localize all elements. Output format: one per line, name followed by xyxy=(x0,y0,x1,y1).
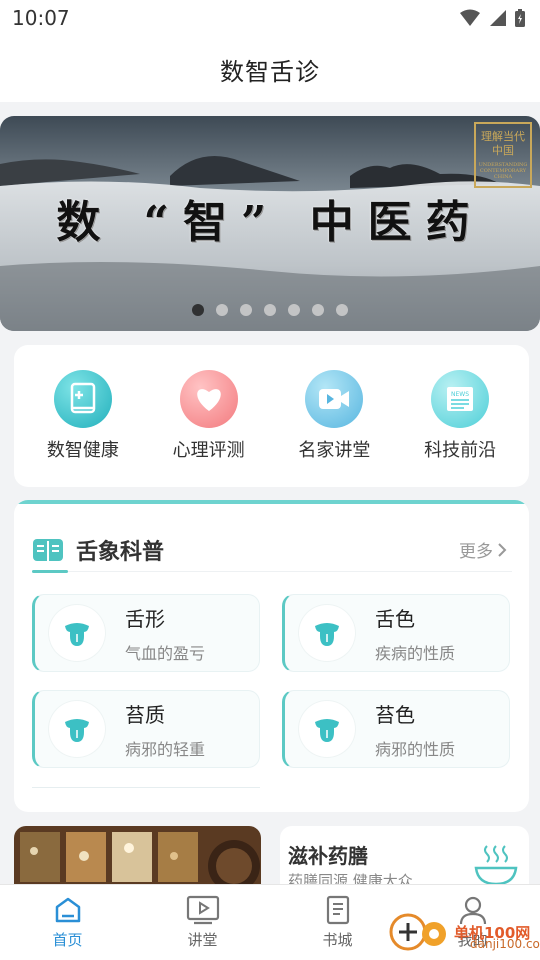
tongue-icon xyxy=(299,605,355,661)
app-header: 数智舌诊 xyxy=(0,36,540,102)
wifi-icon xyxy=(460,9,480,26)
medicinal-food-card[interactable]: 滋补药膳 药膳同源 健康大众 xyxy=(280,826,529,890)
bottom-cards: 滋补药膳 药膳同源 健康大众 xyxy=(0,826,540,890)
signal-icon xyxy=(490,10,506,26)
banner-carousel[interactable]: 数 “智” 中医药 理解当代中国 UNDERSTANDING CONTEMPOR… xyxy=(0,116,540,331)
video-camera-icon xyxy=(305,370,364,428)
title-underline xyxy=(32,570,68,573)
open-book-icon xyxy=(33,539,63,561)
book-plus-icon xyxy=(53,370,112,428)
tab-label: 书城 xyxy=(322,931,353,949)
divider xyxy=(32,571,512,572)
herbs-image-card[interactable] xyxy=(14,826,261,886)
section-header: 舌象科普 xyxy=(32,534,164,566)
banner-dot[interactable] xyxy=(336,304,348,316)
feature-tech-frontier[interactable]: NEWS 科技前沿 xyxy=(405,370,515,462)
tab-label: 讲堂 xyxy=(187,931,218,949)
divider xyxy=(32,787,260,788)
banner-dot[interactable] xyxy=(264,304,276,316)
tab-lecture[interactable]: 讲堂 xyxy=(135,885,270,960)
page-title: 数智舌诊 xyxy=(220,57,320,86)
feature-digital-health[interactable]: 数智健康 xyxy=(28,370,138,462)
banner-dot[interactable] xyxy=(216,304,228,316)
tongue-topic-item[interactable]: 苔色 病邪的性质 xyxy=(282,690,510,768)
status-bar: 10:07 xyxy=(0,0,540,36)
tab-home[interactable]: 首页 xyxy=(0,885,135,960)
watermark-logo xyxy=(389,913,446,951)
section-title: 舌象科普 xyxy=(76,540,165,565)
tongue-icon xyxy=(49,701,105,757)
play-screen-icon xyxy=(186,895,219,925)
banner-dot[interactable] xyxy=(240,304,252,316)
news-icon: NEWS xyxy=(431,370,490,428)
food-title: 滋补药膳 xyxy=(288,844,368,868)
heart-icon xyxy=(179,370,238,428)
more-link[interactable]: 更多 xyxy=(459,537,507,562)
banner-dot[interactable] xyxy=(192,304,204,316)
book-icon xyxy=(326,895,349,925)
svg-text:NEWS: NEWS xyxy=(451,391,469,398)
tab-bookstore[interactable]: 书城 xyxy=(270,885,405,960)
topic-title: 苔质 xyxy=(125,702,165,727)
battery-icon xyxy=(515,9,525,27)
banner-dot[interactable] xyxy=(288,304,300,316)
topic-subtitle: 气血的盈亏 xyxy=(125,643,206,663)
topic-subtitle: 病邪的轻重 xyxy=(125,739,206,759)
topic-subtitle: 病邪的性质 xyxy=(375,739,456,759)
feature-psych-test[interactable]: 心理评测 xyxy=(154,370,264,462)
banner-dot[interactable] xyxy=(312,304,324,316)
soup-bowl-icon xyxy=(474,845,518,886)
home-icon xyxy=(55,897,80,923)
feature-shortcuts: 数智健康 心理评测 名家讲堂 NEWS 科技前沿 xyxy=(14,345,529,487)
feature-label: 名家讲堂 xyxy=(298,440,371,461)
banner-caption: 数 “智” 中医药 xyxy=(56,197,484,248)
status-icons xyxy=(460,8,526,28)
tongue-topic-item[interactable]: 舌形 气血的盈亏 xyxy=(32,594,260,672)
feature-label: 心理评测 xyxy=(172,440,245,461)
feature-label: 科技前沿 xyxy=(424,440,497,461)
topic-title: 苔色 xyxy=(375,702,415,727)
feature-expert-lectures[interactable]: 名家讲堂 xyxy=(279,370,389,462)
watermark-url: danji100.com xyxy=(470,937,540,951)
banner-stamp: 理解当代中国 UNDERSTANDING CONTEMPORARY CHINA xyxy=(474,122,532,188)
card-top-accent xyxy=(14,500,529,504)
topic-subtitle: 疾病的性质 xyxy=(375,643,456,663)
tongue-icon xyxy=(299,701,355,757)
banner-pagination xyxy=(0,304,540,316)
chevron-right-icon xyxy=(498,542,507,557)
tongue-topic-item[interactable]: 苔质 病邪的轻重 xyxy=(32,690,260,768)
stamp-subtext: UNDERSTANDING CONTEMPORARY CHINA xyxy=(478,162,528,180)
topic-title: 舌色 xyxy=(375,606,415,631)
tongue-science-card: 舌象科普 更多 舌形 气血的盈亏 舌色 疾病的性质 苔质 病邪的轻重 苔色 病邪… xyxy=(14,500,529,812)
status-time: 10:07 xyxy=(12,6,70,30)
tongue-icon xyxy=(49,605,105,661)
stamp-text: 理解当代中国 xyxy=(481,130,525,157)
tongue-topic-item[interactable]: 舌色 疾病的性质 xyxy=(282,594,510,672)
herbs-image xyxy=(14,826,261,886)
topic-title: 舌形 xyxy=(125,606,165,631)
more-label: 更多 xyxy=(459,542,493,562)
tab-label: 首页 xyxy=(52,931,83,949)
feature-label: 数智健康 xyxy=(46,440,119,461)
